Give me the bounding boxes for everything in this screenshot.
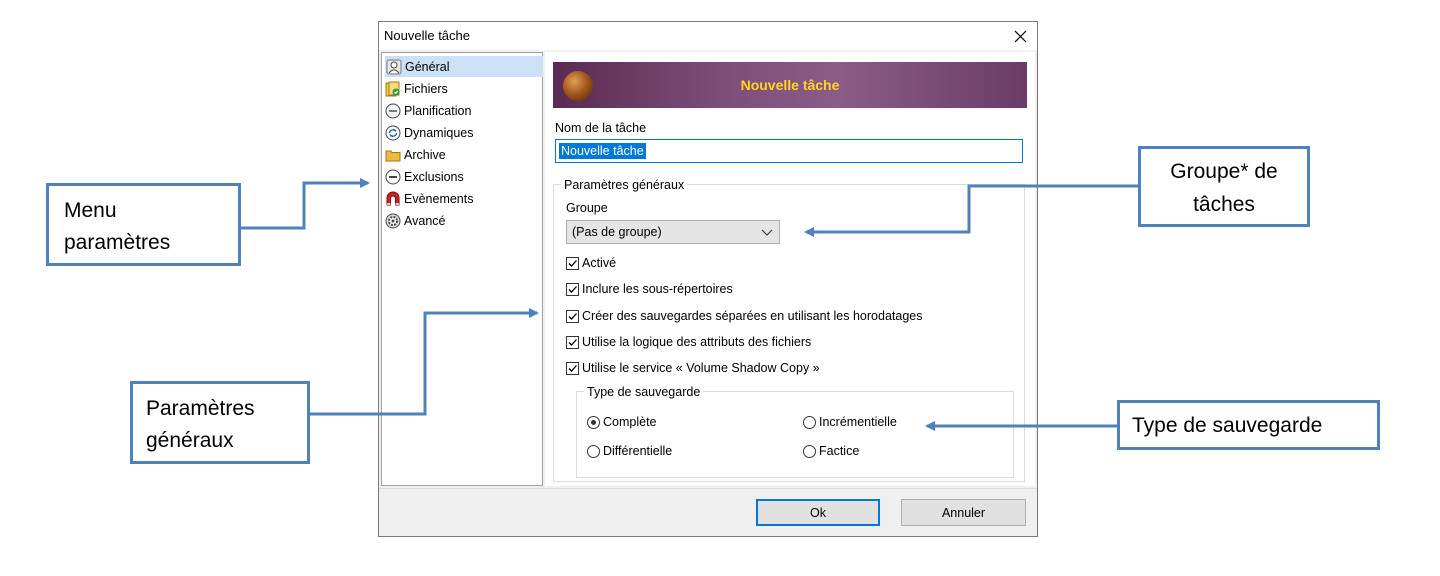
callout-task-group: Groupe* de tâches <box>1138 146 1310 227</box>
annotation-arrows <box>241 178 1138 431</box>
callout-text: Type de sauvegarde <box>1132 414 1323 437</box>
callout-text: tâches <box>1193 193 1255 216</box>
callout-text: Menu <box>64 199 117 222</box>
callout-text: Paramètres <box>146 397 255 420</box>
arrow-menu <box>241 178 370 230</box>
callout-text: généraux <box>146 429 234 452</box>
callout-text: Groupe* de <box>1170 160 1278 183</box>
arrow-general <box>310 308 539 416</box>
callout-settings-menu: Menu paramètres <box>46 183 241 266</box>
callout-text: paramètres <box>64 231 171 254</box>
arrow-group <box>804 184 1138 237</box>
callout-backup-type: Type de sauvegarde <box>1117 400 1380 450</box>
callout-general-settings: Paramètres généraux <box>130 381 310 464</box>
